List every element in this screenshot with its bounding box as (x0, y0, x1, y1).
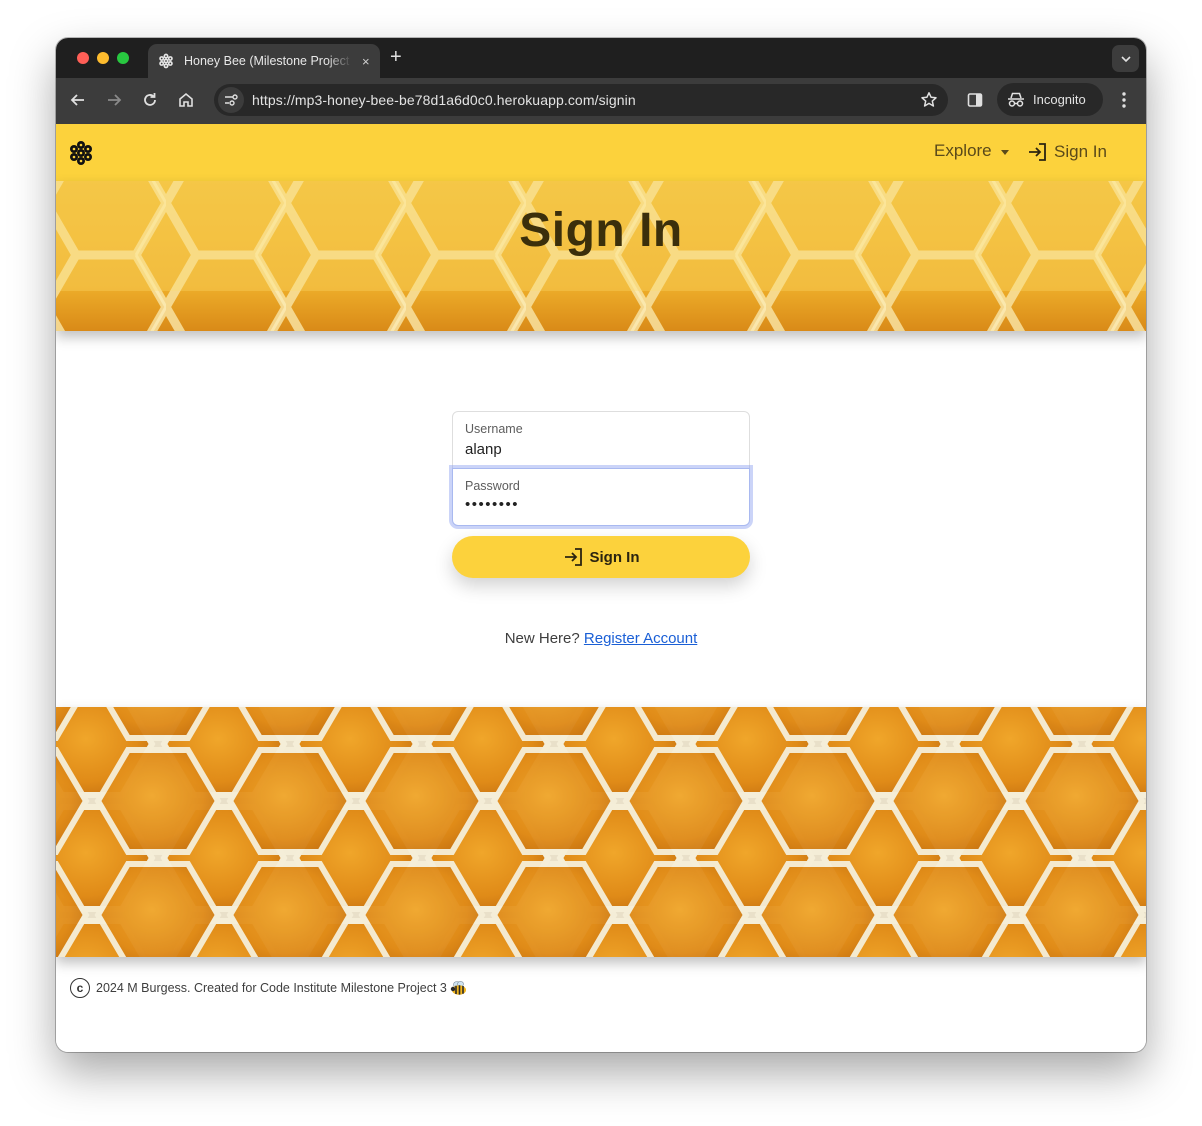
minimize-window-button[interactable] (97, 52, 109, 64)
copyright-icon: c (70, 978, 90, 998)
signin-form: Username alanp Password •••••••• Sign In (452, 411, 750, 578)
side-panel-button[interactable] (964, 89, 986, 111)
sign-in-icon (564, 548, 582, 566)
side-panel-icon (967, 93, 983, 107)
reload-icon (144, 93, 156, 106)
browser-tab[interactable]: Honey Bee (Milestone Project 3) × (148, 44, 380, 78)
chevron-down-icon (1120, 55, 1131, 62)
maximize-window-button[interactable] (117, 52, 129, 64)
username-label: Username (465, 422, 523, 436)
explore-dropdown[interactable]: Explore (934, 141, 1009, 161)
copyright-text: 2024 M Burgess. Created for Code Institu… (96, 981, 447, 995)
bookmark-star-icon[interactable] (920, 91, 938, 114)
username-input[interactable]: alanp (465, 441, 502, 458)
register-account-link[interactable]: Register Account (584, 630, 697, 647)
password-label: Password (465, 479, 520, 493)
kebab-menu-icon (1122, 92, 1126, 108)
sign-in-icon (1029, 143, 1046, 161)
caret-down-icon (1000, 149, 1009, 155)
username-field[interactable]: Username alanp (452, 411, 750, 469)
register-prompt: New Here? Register Account (56, 630, 1146, 647)
hero-banner: Sign In (56, 181, 1146, 331)
footer-honeycomb-image (56, 707, 1146, 957)
nav-signin-label: Sign In (1054, 142, 1107, 161)
home-icon (179, 92, 193, 107)
arrow-left-icon (70, 94, 84, 106)
browser-toolbar: https://mp3-honey-bee-be78d1a6d0c0.herok… (56, 78, 1146, 124)
back-button[interactable] (67, 89, 89, 111)
signin-button[interactable]: Sign In (452, 536, 750, 578)
tab-close-icon[interactable]: × (362, 54, 370, 69)
arrow-right-icon (108, 94, 122, 106)
incognito-label: Incognito (1033, 92, 1086, 107)
explore-label: Explore (934, 141, 992, 160)
tab-strip: Honey Bee (Milestone Project 3) × + (56, 38, 1146, 78)
home-button[interactable] (175, 89, 197, 111)
bee-icon (450, 980, 468, 996)
site-info-icon[interactable] (218, 87, 244, 113)
incognito-icon (1008, 92, 1024, 107)
page-title: Sign In (519, 204, 683, 257)
close-window-button[interactable] (77, 52, 89, 64)
password-field[interactable]: Password •••••••• (452, 468, 750, 526)
tab-title: Honey Bee (Milestone Project 3) (184, 54, 352, 68)
browser-window: Honey Bee (Milestone Project 3) × + http… (56, 38, 1146, 1052)
new-tab-button[interactable]: + (390, 47, 402, 67)
forward-button[interactable] (103, 89, 125, 111)
url-text[interactable]: https://mp3-honey-bee-be78d1a6d0c0.herok… (252, 92, 636, 108)
signin-button-label: Sign In (589, 548, 640, 566)
incognito-badge[interactable]: Incognito (997, 83, 1103, 116)
browser-menu-button[interactable] (1113, 89, 1135, 111)
footer-copyright: c 2024 M Burgess. Created for Code Insti… (70, 978, 468, 998)
tab-search-button[interactable] (1112, 45, 1139, 72)
honeycomb-favicon-icon (158, 53, 174, 69)
honeycomb-logo-icon[interactable] (68, 140, 94, 166)
address-bar[interactable]: https://mp3-honey-bee-be78d1a6d0c0.herok… (214, 84, 948, 116)
site-navbar: Explore Sign In (56, 124, 1146, 181)
register-prompt-text: New Here? (504, 630, 580, 647)
reload-button[interactable] (139, 89, 161, 111)
nav-signin-link[interactable]: Sign In (1027, 141, 1107, 163)
web-page: Explore Sign In Sign In Username alanp P… (56, 124, 1146, 1052)
password-input[interactable]: •••••••• (465, 496, 519, 513)
